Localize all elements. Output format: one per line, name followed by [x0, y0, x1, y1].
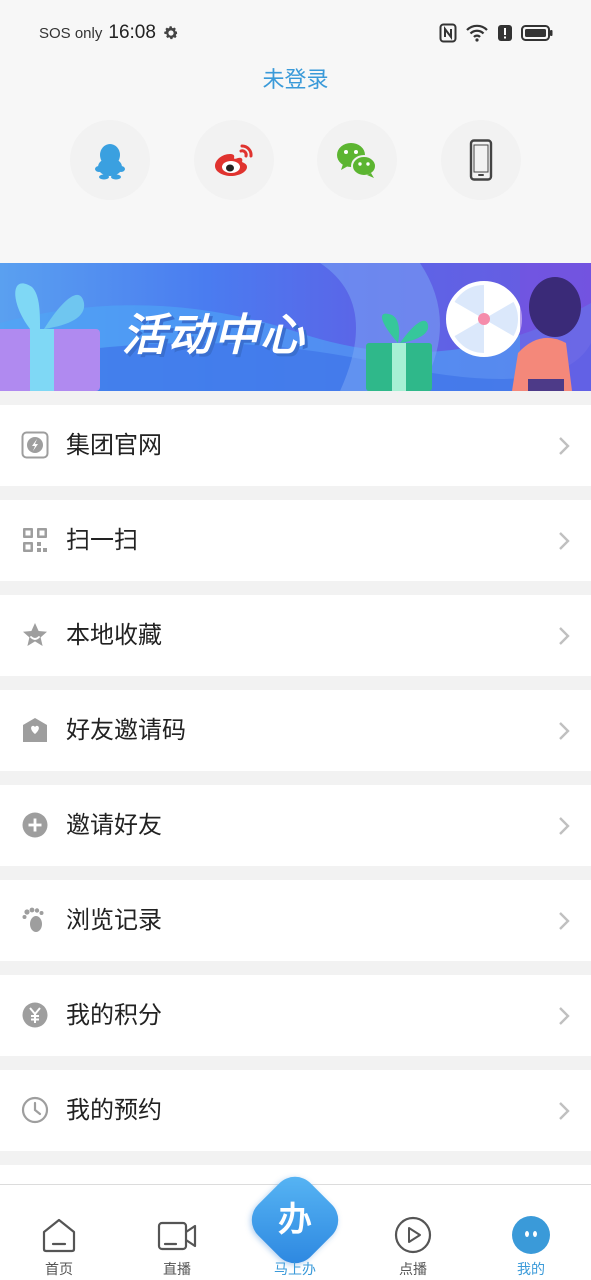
- phone-icon: [469, 139, 493, 181]
- menu-item-browse-history[interactable]: 浏览记录: [0, 880, 591, 961]
- star-icon: [23, 623, 47, 646]
- home-icon: [42, 1218, 76, 1253]
- chevron-right-icon: [559, 627, 570, 645]
- tab-home[interactable]: 首页: [0, 1185, 118, 1280]
- activity-center-banner[interactable]: 活动中心: [0, 263, 591, 391]
- yen-coin-icon: [22, 1002, 48, 1028]
- tab-live[interactable]: 直播: [118, 1185, 236, 1280]
- weibo-icon: [215, 144, 253, 176]
- status-right: [439, 21, 553, 45]
- clock-text: 16:08: [108, 22, 156, 43]
- website-icon: [21, 431, 49, 459]
- tab-label: 我的: [517, 1262, 545, 1278]
- alert-icon: [498, 25, 512, 41]
- bottom-tab-bar: 首页 直播 办 马上办 点播 我的: [0, 1167, 591, 1280]
- settings-gear-icon: [164, 26, 178, 40]
- menu-item-label: 好友邀请码: [66, 716, 186, 744]
- menu-item-my-appointments[interactable]: 我的预约: [0, 1070, 591, 1151]
- chevron-right-icon: [559, 1102, 570, 1120]
- chevron-right-icon: [559, 912, 570, 930]
- plus-circle-icon: [22, 812, 48, 838]
- chevron-right-icon: [559, 817, 570, 835]
- qq-login-button[interactable]: [70, 120, 150, 200]
- chevron-right-icon: [559, 1007, 570, 1025]
- menu-item-label: 本地收藏: [66, 621, 162, 649]
- menu-item-group-website[interactable]: 集团官网: [0, 405, 591, 486]
- footprint-icon: [22, 907, 44, 932]
- menu-item-label: 邀请好友: [66, 811, 162, 839]
- invite-code-icon: [23, 718, 47, 742]
- banner-title: 活动中心: [122, 310, 306, 361]
- ban-character-icon: 办: [278, 1200, 312, 1240]
- tab-label: 点播: [399, 1262, 427, 1278]
- tab-mine[interactable]: 我的: [472, 1185, 590, 1280]
- chevron-right-icon: [559, 437, 570, 455]
- weibo-login-button[interactable]: [194, 120, 274, 200]
- battery-icon: [521, 25, 553, 41]
- tab-label: 直播: [163, 1262, 191, 1278]
- tab-vod[interactable]: 点播: [354, 1185, 472, 1280]
- menu-item-scan[interactable]: 扫一扫: [0, 500, 591, 581]
- tab-label: 首页: [45, 1262, 73, 1278]
- qr-scan-icon: [23, 528, 47, 552]
- play-circle-icon: [394, 1216, 432, 1254]
- menu-item-label: 浏览记录: [66, 906, 162, 934]
- menu-item-label: 我的积分: [66, 1001, 162, 1029]
- profile-face-icon: [512, 1216, 550, 1254]
- menu-item-my-points[interactable]: 我的积分: [0, 975, 591, 1056]
- menu-item-label: 扫一扫: [66, 526, 138, 554]
- chevron-right-icon: [559, 722, 570, 740]
- menu-item-invite-friends[interactable]: 邀请好友: [0, 785, 591, 866]
- menu-item-invite-code[interactable]: 好友邀请码: [0, 690, 591, 771]
- status-left: SOS only 16:08: [39, 22, 180, 44]
- menu-item-local-favorites[interactable]: 本地收藏: [0, 595, 591, 676]
- login-status-link[interactable]: 未登录: [0, 62, 591, 94]
- tab-label: 马上办: [274, 1262, 316, 1278]
- clock-icon: [21, 1096, 49, 1124]
- status-bar: SOS only 16:08: [0, 0, 591, 66]
- wifi-icon: [466, 24, 488, 42]
- social-login-row: [0, 120, 591, 200]
- chevron-right-icon: [559, 532, 570, 550]
- wechat-icon: [337, 143, 377, 178]
- nfc-icon: [439, 23, 457, 43]
- video-camera-icon: [157, 1221, 197, 1251]
- menu-item-label: 集团官网: [66, 431, 162, 459]
- phone-login-button[interactable]: [441, 120, 521, 200]
- qq-penguin-icon: [95, 144, 125, 180]
- carrier-text: SOS only: [39, 24, 103, 42]
- menu-item-label: 我的预约: [66, 1096, 162, 1124]
- wechat-login-button[interactable]: [317, 120, 397, 200]
